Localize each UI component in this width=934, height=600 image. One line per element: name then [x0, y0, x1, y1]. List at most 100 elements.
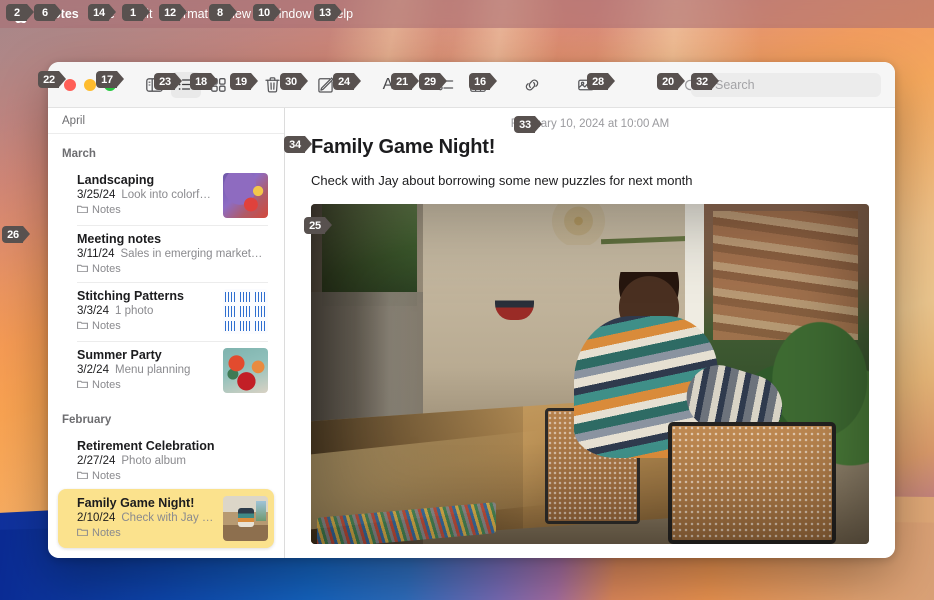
note-title: Meeting notes — [77, 232, 162, 246]
note-meta: 2/27/24 Photo album — [77, 455, 268, 467]
folder-icon — [77, 527, 88, 539]
badge-search: 32 — [691, 73, 719, 90]
note-item-text: Summer Party 3/2/24 Menu planning Notes — [77, 348, 215, 393]
badge-note-date: 33 — [514, 116, 542, 133]
window-body: April March Landscaping 3/25/24 Look int… — [48, 108, 895, 558]
folder-name: Notes — [92, 527, 121, 539]
note-item-text: Stitching Patterns 3/3/24 1 photo Notes — [77, 289, 215, 334]
badge-menu-view: 8 — [209, 4, 237, 21]
notes-list[interactable]: April March Landscaping 3/25/24 Look int… — [48, 108, 285, 558]
note-thumbnail — [223, 496, 268, 541]
badge-checklist: 21 — [391, 73, 419, 90]
search-placeholder: Search — [715, 77, 755, 92]
badge-traffic-lights: 22 — [38, 71, 66, 88]
note-title: Family Game Night! — [77, 496, 195, 510]
search-input[interactable]: Search — [691, 72, 881, 97]
note-folder: Notes — [77, 204, 215, 216]
note-item-text: Family Game Night! 2/10/24 Check with Ja… — [77, 496, 215, 541]
note-meta: 3/2/24 Menu planning — [77, 364, 215, 376]
badge-menu-file: 14 — [88, 4, 116, 21]
badge-format: 24 — [333, 73, 361, 90]
note-preview: Menu planning — [114, 364, 191, 376]
list-item[interactable]: Summer Party 3/2/24 Menu planning Notes — [58, 341, 274, 400]
list-item[interactable]: Stitching Patterns 3/3/24 1 photo Notes — [58, 282, 274, 341]
badge-apple-menu: 2 — [6, 4, 34, 21]
notes-window: Aa — [48, 62, 895, 558]
folder-name: Notes — [92, 263, 121, 275]
folder-name: Notes — [92, 320, 121, 332]
link-icon[interactable] — [517, 72, 547, 98]
badge-collaborate: 28 — [587, 73, 615, 90]
badge-menu-notes: 6 — [34, 4, 62, 21]
note-folder: Notes — [77, 263, 268, 275]
note-folder: Notes — [77, 470, 268, 482]
badge-menu-edit: 1 — [122, 4, 150, 21]
note-preview: Photo album — [121, 455, 186, 467]
note-body-text[interactable]: Check with Jay about borrowing some new … — [285, 159, 895, 188]
note-date: 3/25/24 — [77, 189, 116, 201]
note-detail[interactable]: February 10, 2024 at 10:00 AM Family Gam… — [285, 108, 895, 558]
list-item[interactable]: Meeting notes 3/11/24 Sales in emerging … — [58, 225, 274, 282]
note-meta: 3/25/24 Look into colorfu… — [77, 189, 215, 201]
badge-note-photo: 25 — [304, 217, 332, 234]
note-meta: 3/11/24 Sales in emerging markets… — [77, 248, 268, 260]
group-header-february: February — [62, 414, 112, 426]
badge-table: 29 — [419, 73, 447, 90]
note-thumbnail — [223, 289, 268, 334]
folder-name: Notes — [92, 204, 121, 216]
note-folder: Notes — [77, 379, 215, 391]
badge-gallery-view: 18 — [190, 73, 218, 90]
note-meta: 3/3/24 1 photo — [77, 305, 215, 317]
badge-list-view: 23 — [154, 73, 182, 90]
folder-icon — [77, 470, 88, 482]
list-item[interactable]: Landscaping 3/25/24 Look into colorfu… N… — [58, 166, 274, 225]
note-date: 2/27/24 — [77, 455, 116, 467]
notes-list-top-group: April — [48, 108, 284, 134]
note-preview: Look into colorfu… — [121, 189, 215, 201]
note-folder: Notes — [77, 320, 215, 332]
note-title: Stitching Patterns — [77, 289, 184, 303]
note-folder: Notes — [77, 527, 215, 539]
badge-zoom-button: 17 — [96, 71, 124, 88]
folder-name: Notes — [92, 379, 121, 391]
folder-icon — [77, 204, 88, 216]
folder-name: Notes — [92, 470, 121, 482]
folder-icon — [77, 379, 88, 391]
badge-menu-window: 10 — [253, 4, 281, 21]
screen: Notes File Edit Format View Window Help — [0, 0, 934, 600]
badge-desktop-left: 26 — [2, 226, 30, 243]
note-date: 3/2/24 — [77, 364, 109, 376]
note-item-text: Meeting notes 3/11/24 Sales in emerging … — [77, 232, 268, 275]
note-title: Landscaping — [77, 173, 155, 187]
note-preview: Check with Jay a… — [121, 512, 215, 524]
note-heading[interactable]: Family Game Night! — [285, 136, 895, 159]
folder-icon — [77, 263, 88, 275]
note-meta: 2/10/24 Check with Jay a… — [77, 512, 215, 524]
note-item-text: Landscaping 3/25/24 Look into colorfu… N… — [77, 173, 215, 218]
list-item-selected[interactable]: Family Game Night! 2/10/24 Check with Ja… — [58, 489, 274, 548]
note-thumbnail — [223, 348, 268, 393]
group-header-april: April — [62, 114, 86, 127]
list-item[interactable]: Retirement Celebration 2/27/24 Photo alb… — [58, 432, 274, 489]
minimize-button[interactable] — [84, 78, 96, 91]
badge-menu-format: 12 — [159, 4, 187, 21]
badge-note-title: 34 — [284, 136, 312, 153]
note-date: 3/11/24 — [77, 248, 115, 260]
note-title: Summer Party — [77, 348, 162, 362]
badge-link: 16 — [469, 73, 497, 90]
badge-share: 20 — [657, 73, 685, 90]
note-date: 3/3/24 — [77, 305, 109, 317]
badge-menu-help: 13 — [314, 4, 342, 21]
note-attached-photo[interactable] — [311, 204, 869, 544]
badge-trash: 19 — [230, 73, 258, 90]
folder-icon — [77, 320, 88, 332]
group-header-march: March — [62, 148, 96, 160]
badge-compose: 30 — [280, 73, 308, 90]
note-preview: Sales in emerging markets… — [120, 248, 268, 260]
note-title: Retirement Celebration — [77, 439, 215, 453]
note-preview: 1 photo — [114, 305, 154, 317]
note-item-text: Retirement Celebration 2/27/24 Photo alb… — [77, 439, 268, 482]
note-date: 2/10/24 — [77, 512, 116, 524]
note-thumbnail — [223, 173, 268, 218]
note-timestamp: February 10, 2024 at 10:00 AM — [510, 118, 670, 130]
